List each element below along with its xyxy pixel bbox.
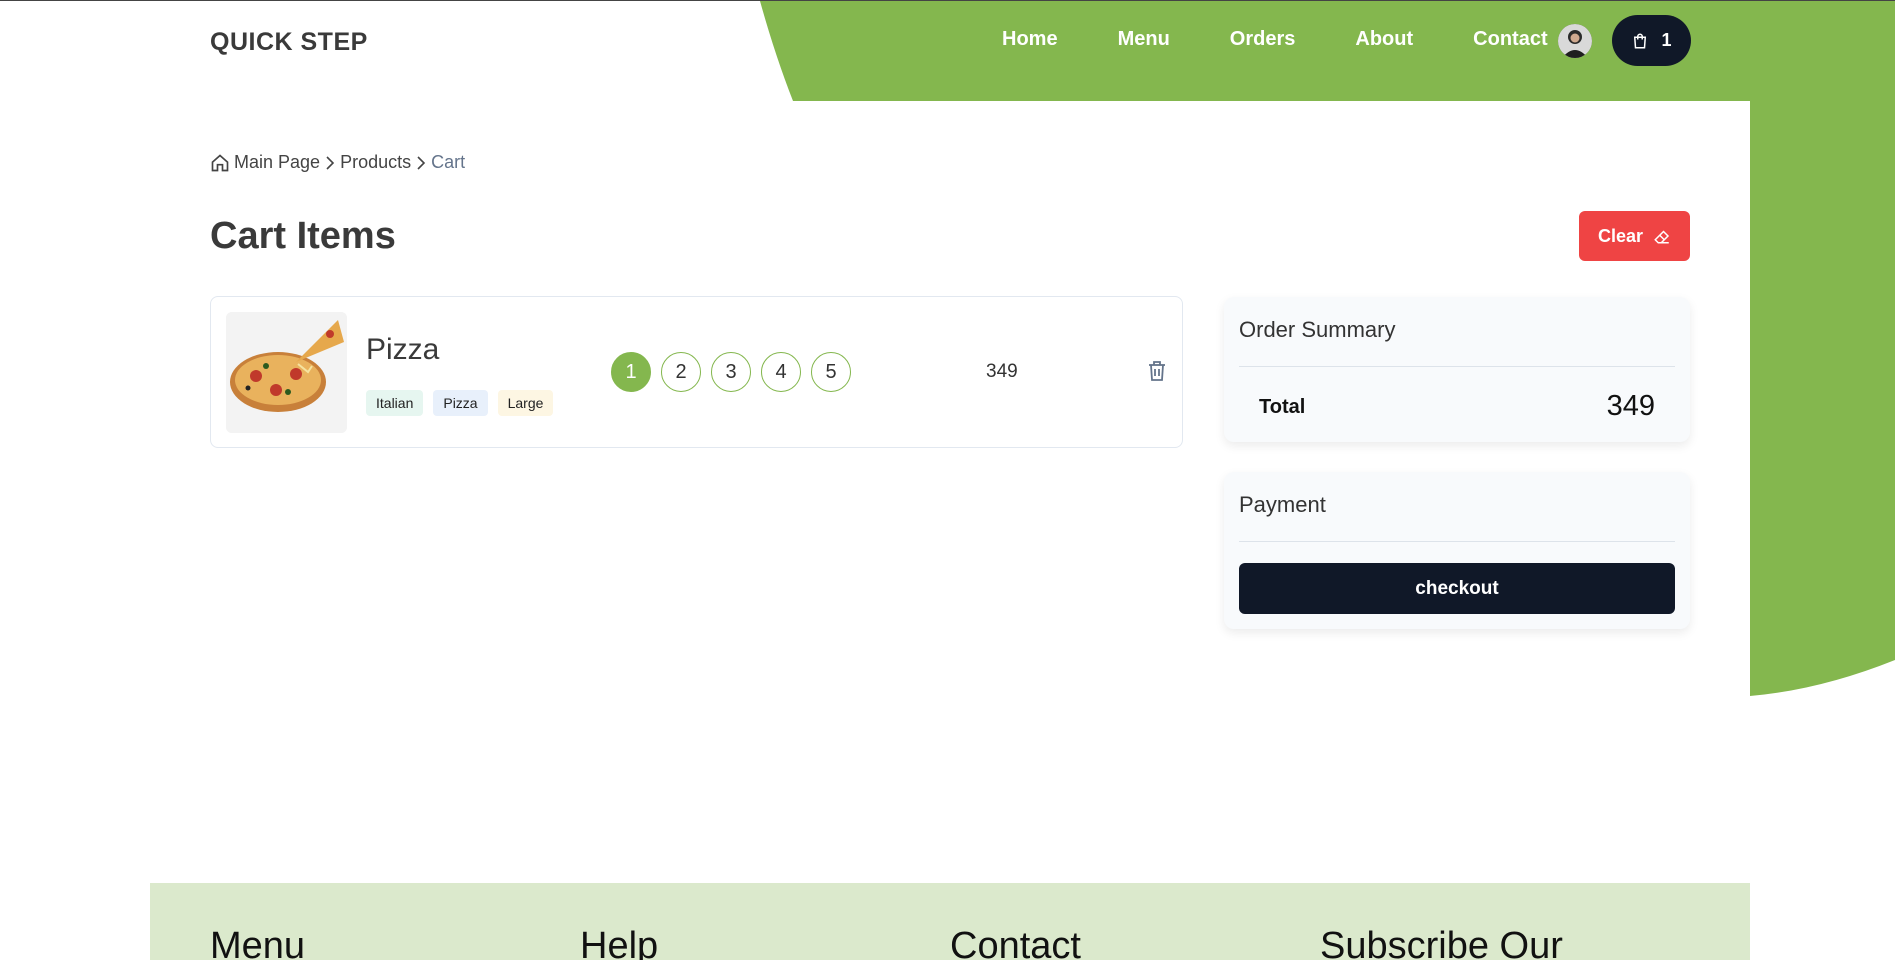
- cart-count: 1: [1661, 30, 1672, 50]
- product-tags: Italian Pizza Large: [366, 390, 554, 416]
- checkout-button[interactable]: checkout: [1239, 563, 1675, 614]
- clear-button-label: Clear: [1597, 225, 1644, 246]
- page-title: Cart Items: [210, 215, 396, 257]
- divider: [1239, 541, 1675, 542]
- avatar-image: [1558, 24, 1592, 58]
- main-nav: Home Menu Orders About Contact: [1002, 28, 1548, 51]
- breadcrumb: Main Page Products Cart: [210, 152, 469, 173]
- product-image: [226, 312, 347, 433]
- cart-item: Pizza Italian Pizza Large 1 2 3 4 5 349: [210, 296, 1183, 448]
- payment-title: Payment: [1239, 492, 1326, 517]
- eraser-icon: [1654, 230, 1670, 244]
- quantity-option-5[interactable]: 5: [811, 352, 851, 392]
- quantity-option-3[interactable]: 3: [711, 352, 751, 392]
- pizza-image: [226, 312, 347, 433]
- header: QUICK STEP Home Menu Orders About Contac…: [0, 0, 1895, 100]
- order-summary-panel: Order Summary Total 349: [1224, 297, 1690, 442]
- chevron-right-icon: [417, 155, 426, 170]
- delete-item-button[interactable]: [1147, 360, 1167, 387]
- cart-button[interactable]: 1: [1612, 15, 1691, 66]
- footer-heading-contact: Contact: [950, 925, 1081, 960]
- breadcrumb-cart: Cart: [431, 152, 466, 172]
- tag: Pizza: [433, 390, 488, 416]
- nav-contact[interactable]: Contact: [1473, 28, 1547, 51]
- quantity-option-4[interactable]: 4: [761, 352, 801, 392]
- tag: Large: [497, 390, 554, 416]
- avatar[interactable]: [1558, 24, 1592, 58]
- quantity-option-2[interactable]: 2: [661, 352, 701, 392]
- divider: [1239, 366, 1675, 367]
- nav-about[interactable]: About: [1355, 28, 1413, 51]
- order-summary-title: Order Summary: [1239, 317, 1396, 342]
- footer-heading-menu: Menu: [210, 925, 306, 960]
- trash-icon: [1149, 361, 1165, 381]
- breadcrumb-main-page[interactable]: Main Page: [234, 152, 320, 173]
- chevron-right-icon: [326, 155, 335, 170]
- logo[interactable]: QUICK STEP: [210, 28, 368, 57]
- nav-home[interactable]: Home: [1002, 28, 1058, 51]
- home-icon[interactable]: [210, 153, 230, 173]
- clear-cart-button[interactable]: Clear: [1579, 211, 1690, 261]
- total-label: Total: [1259, 396, 1306, 418]
- payment-panel: Payment checkout: [1224, 472, 1690, 629]
- quantity-option-1[interactable]: 1: [611, 352, 651, 392]
- tag: Italian: [366, 390, 424, 416]
- footer: Menu Help Contact Subscribe Our: [150, 883, 1750, 960]
- footer-heading-help: Help: [580, 925, 659, 960]
- breadcrumb-products[interactable]: Products: [340, 152, 411, 173]
- footer-heading-subscribe: Subscribe Our: [1320, 925, 1563, 960]
- item-price: 349: [986, 361, 1018, 382]
- nav-orders[interactable]: Orders: [1230, 28, 1296, 51]
- product-name: Pizza: [366, 333, 440, 366]
- nav-menu[interactable]: Menu: [1118, 28, 1170, 51]
- total-value: 349: [1606, 390, 1655, 422]
- shopping-bag-icon: [1634, 33, 1647, 48]
- quantity-selector: 1 2 3 4 5: [611, 352, 851, 392]
